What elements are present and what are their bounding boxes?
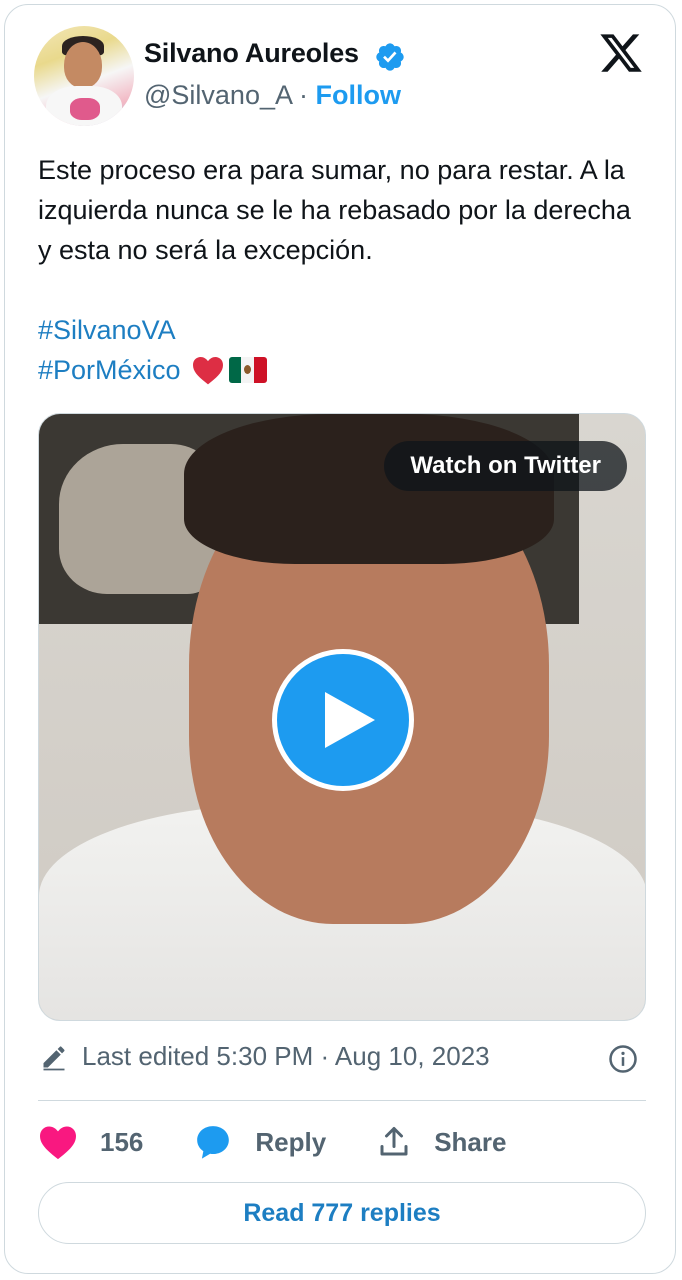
play-icon bbox=[325, 692, 375, 748]
mexico-flag-icon bbox=[228, 357, 267, 383]
hashtag-silvanova[interactable]: #SilvanoVA bbox=[38, 310, 176, 350]
reply-label: Reply bbox=[255, 1126, 327, 1157]
author-name[interactable]: Silvano Aureoles bbox=[144, 38, 359, 69]
like-button[interactable]: 156 bbox=[38, 1124, 143, 1160]
handle-row: @Silvano_A · Follow bbox=[144, 80, 401, 111]
follow-button[interactable]: Follow bbox=[316, 80, 401, 110]
x-logo-icon[interactable] bbox=[598, 30, 644, 76]
share-label: Share bbox=[434, 1126, 507, 1157]
edit-info[interactable]: Last edited 5:30 PM · Aug 10, 2023 bbox=[40, 1041, 490, 1072]
divider bbox=[38, 1100, 646, 1101]
pencil-icon bbox=[43, 1045, 65, 1070]
reply-bubble-icon bbox=[197, 1126, 230, 1159]
info-icon[interactable] bbox=[608, 1044, 638, 1074]
share-button[interactable]: Share bbox=[376, 1124, 506, 1160]
action-bar: 156 Reply Share bbox=[38, 1120, 556, 1164]
heart-emoji-icon bbox=[192, 357, 223, 385]
last-edited-text: Last edited 5:30 PM · Aug 10, 2023 bbox=[82, 1041, 490, 1071]
separator: · bbox=[299, 80, 309, 110]
hashtag-pormexico[interactable]: #PorMéxico bbox=[38, 350, 181, 390]
reply-button[interactable]: Reply bbox=[193, 1123, 326, 1161]
avatar[interactable] bbox=[34, 26, 134, 126]
author-handle[interactable]: @Silvano_A bbox=[144, 80, 292, 110]
share-icon bbox=[380, 1127, 408, 1156]
hashtags: #SilvanoVA #PorMéxico bbox=[38, 310, 267, 390]
watch-on-twitter-button[interactable]: Watch on Twitter bbox=[384, 441, 627, 491]
like-count: 156 bbox=[100, 1126, 144, 1157]
heart-icon bbox=[40, 1126, 76, 1160]
video-thumbnail[interactable]: Watch on Twitter bbox=[38, 413, 646, 1021]
play-button[interactable] bbox=[272, 649, 414, 791]
tweet-text: Este proceso era para sumar, no para res… bbox=[38, 155, 631, 265]
read-replies-button[interactable]: Read 777 replies bbox=[38, 1182, 646, 1244]
verified-badge-icon bbox=[376, 43, 404, 71]
